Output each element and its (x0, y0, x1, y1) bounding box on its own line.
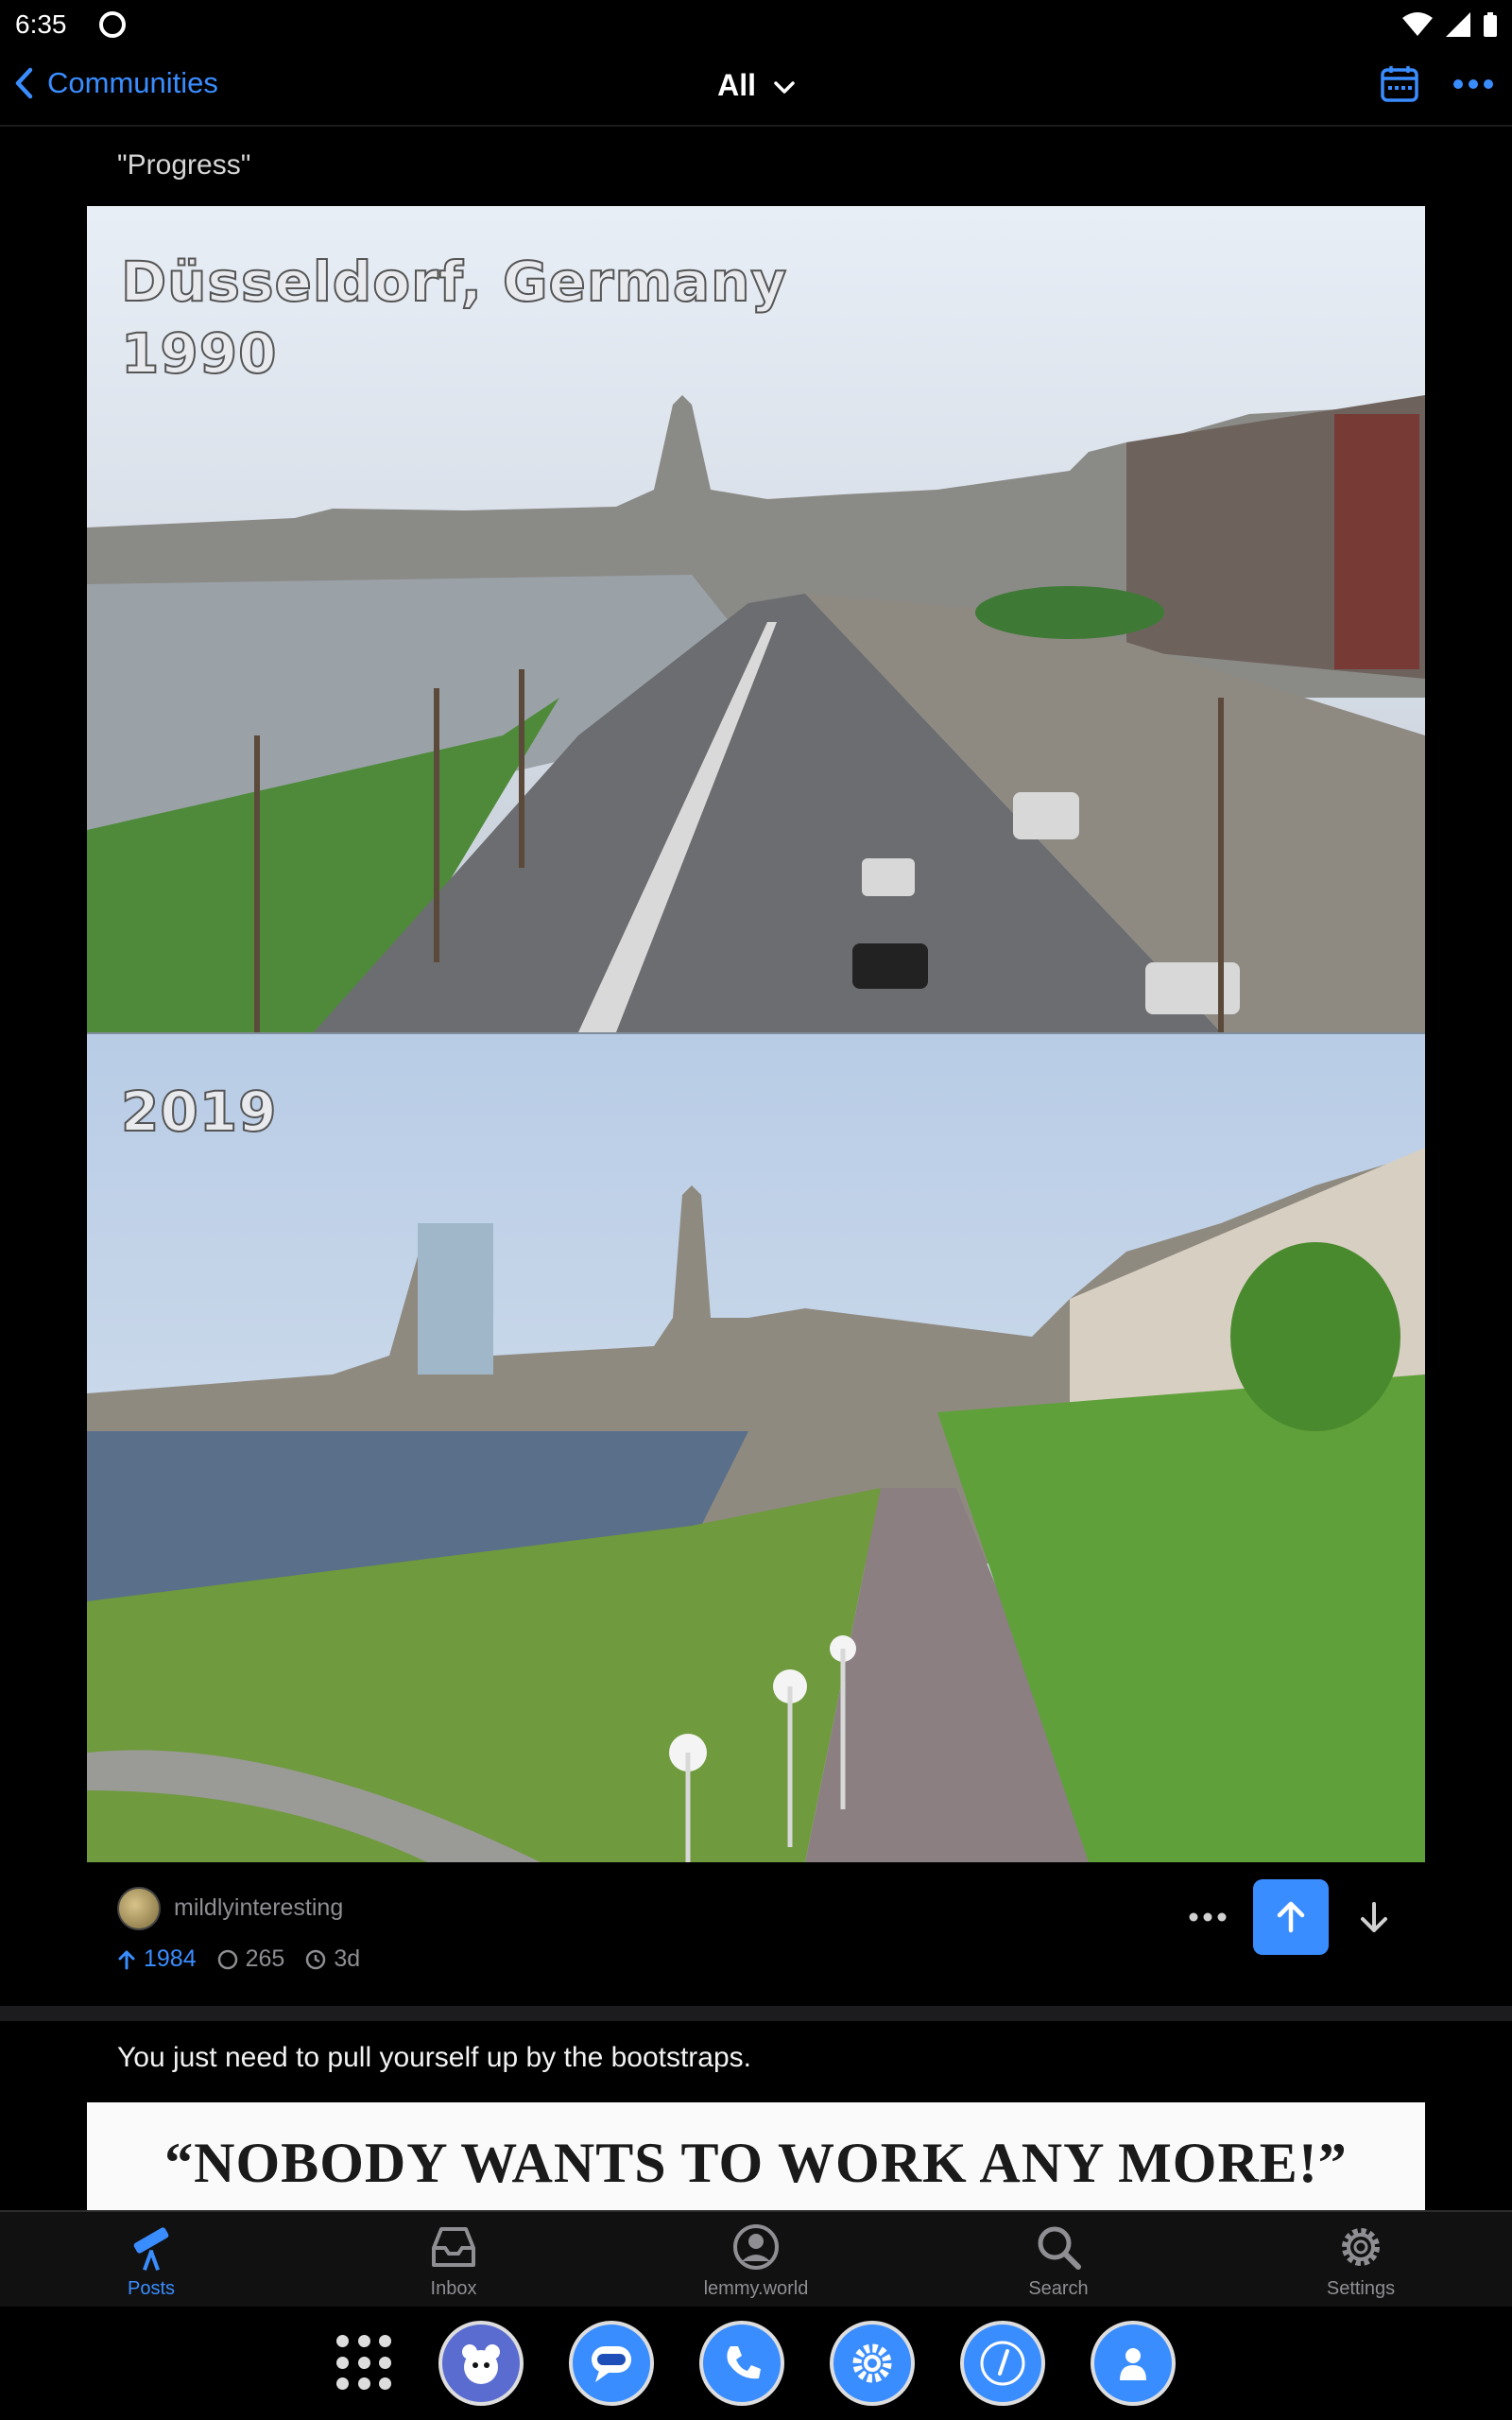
photo-caption-year-2019: 2019 (120, 1079, 278, 1145)
lemming-icon (462, 2344, 500, 2384)
compass-icon (980, 2341, 1025, 2386)
photo-caption-year-1990: 1990 (120, 320, 278, 387)
tab-label: Settings (1326, 2278, 1396, 2299)
vote-controls (1179, 1879, 1402, 1955)
tab-account[interactable]: lemmy.world (605, 2212, 907, 2307)
compass-app-icon[interactable] (960, 2321, 1045, 2406)
notification-icon (98, 11, 126, 38)
post-title[interactable]: You just need to pull yourself up by the… (117, 2042, 751, 2074)
post-divider (0, 2006, 1512, 2021)
chat-bubble-icon (592, 2346, 631, 2382)
tab-label: Inbox (430, 2278, 477, 2299)
inbox-icon (432, 2227, 475, 2267)
photo-2019: 2019 (87, 1034, 1425, 1862)
tab-search[interactable]: Search (907, 2212, 1210, 2307)
clock-icon (306, 1949, 326, 1969)
gear-icon (1342, 2228, 1380, 2266)
post-age: 3d (334, 1945, 361, 1972)
ellipsis-icon (1189, 1912, 1227, 1922)
tab-inbox[interactable]: Inbox (302, 2212, 605, 2307)
messages-app-icon[interactable] (569, 2321, 654, 2406)
community-avatar[interactable] (117, 1887, 161, 1930)
post-meta: mildlyinteresting 1984 265 3d (0, 1879, 1512, 1993)
tab-settings[interactable]: Settings (1210, 2212, 1512, 2307)
post-image[interactable]: Düsseldorf, Germany 1990 2019 (87, 206, 1425, 1862)
contacts-app-icon[interactable] (1091, 2321, 1176, 2406)
phone-icon (727, 2346, 761, 2379)
tab-posts[interactable]: Posts (0, 2212, 302, 2307)
feed-selector[interactable]: All (0, 68, 1512, 103)
person-icon (1120, 2348, 1146, 2380)
status-bar: 6:35 (0, 0, 1512, 49)
system-dock (0, 2307, 1512, 2420)
app-drawer-icon[interactable] (336, 2335, 393, 2392)
post-title[interactable]: "Progress" (117, 149, 250, 182)
nav-actions (1380, 64, 1493, 104)
tab-label: Search (1028, 2278, 1089, 2299)
community-name[interactable]: mildlyinteresting (174, 1894, 343, 1922)
signal-icon (1446, 12, 1470, 37)
calendar-icon[interactable] (1380, 64, 1419, 104)
post-score: 1984 (144, 1945, 197, 1972)
search-icon (1038, 2226, 1081, 2270)
lemmy-app-icon[interactable] (438, 2321, 524, 2406)
photo-caption-location: Düsseldorf, Germany (120, 249, 788, 315)
score-arrow-icon (118, 1950, 135, 1969)
settings-app-icon[interactable] (830, 2321, 915, 2406)
tab-label: Posts (127, 2278, 176, 2299)
status-time: 6:35 (15, 9, 67, 39)
chevron-down-icon (774, 80, 795, 94)
wifi-icon (1402, 12, 1433, 36)
tab-bar: Posts Inbox lemmy.world Search Settings (0, 2210, 1512, 2307)
comment-count: 265 (245, 1945, 285, 1972)
post-stats: 1984 265 3d (117, 1945, 360, 1973)
battery-icon (1484, 12, 1497, 37)
feed-label: All (717, 68, 756, 102)
telescope-icon (133, 2227, 169, 2271)
status-indicators (1402, 12, 1497, 37)
account-icon (733, 2224, 779, 2270)
post-image[interactable]: “NOBODY WANTS TO WORK ANY MORE!” (87, 2102, 1425, 2210)
upvote-button[interactable] (1253, 1879, 1329, 1955)
navigation-bar: Communities All (0, 49, 1512, 127)
phone-app-icon[interactable] (699, 2321, 784, 2406)
arrow-down-icon (1361, 1902, 1387, 1932)
tab-label: lemmy.world (703, 2278, 809, 2299)
post-image-text: “NOBODY WANTS TO WORK ANY MORE!” (164, 2132, 1348, 2194)
more-options-icon[interactable] (1453, 78, 1493, 90)
comment-icon (217, 1949, 237, 1969)
downvote-button[interactable] (1346, 1879, 1402, 1955)
post-more-button[interactable] (1179, 1889, 1236, 1945)
post-feed[interactable]: "Progress" Düsseldorf, Germany 1990 2019… (0, 129, 1512, 2210)
gear-icon (852, 2343, 892, 2383)
arrow-up-icon (1277, 1901, 1305, 1933)
photo-1990: Düsseldorf, Germany 1990 (87, 206, 1425, 1032)
